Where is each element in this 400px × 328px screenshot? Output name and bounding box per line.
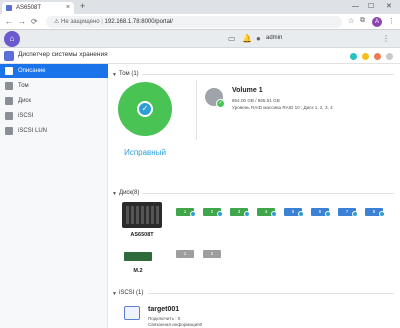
check-icon bbox=[325, 211, 331, 217]
tab-close-icon[interactable]: × bbox=[66, 2, 70, 14]
close-dot-icon[interactable] bbox=[374, 53, 381, 60]
check-icon: ✓ bbox=[137, 101, 153, 117]
forward-icon[interactable]: → bbox=[18, 16, 26, 28]
storage-manager-icon bbox=[4, 51, 14, 61]
address-bar: ← → ⟳ ⚠ Не защищено | 192.168.1.78:8000/… bbox=[0, 14, 400, 30]
volume-name[interactable]: Volume 1 bbox=[232, 87, 263, 94]
extensions-icon[interactable]: ⧉ bbox=[360, 17, 365, 25]
check-icon bbox=[271, 211, 277, 217]
disk-icon bbox=[5, 97, 13, 105]
volume-raid-info: Уровень RAID массива RAID 10 ; Диск 1, 2… bbox=[232, 105, 333, 110]
check-icon bbox=[379, 211, 385, 217]
iscsi-target-name[interactable]: target001 bbox=[148, 306, 179, 313]
volume-ok-icon: ✓ bbox=[216, 99, 225, 108]
notification-icon[interactable]: 🔔 bbox=[242, 34, 252, 43]
app-title: Диспетчер системы хранения bbox=[18, 51, 108, 58]
warning-icon: ⚠ bbox=[54, 19, 62, 25]
divider bbox=[196, 80, 197, 140]
iscsi-target-icon bbox=[124, 306, 140, 320]
star-icon[interactable]: ☆ bbox=[348, 17, 354, 25]
sidebar-item-label: Том bbox=[18, 83, 29, 89]
m2-slot-2[interactable]: 2 bbox=[203, 250, 221, 258]
nas-home-icon[interactable]: ⌂ bbox=[4, 31, 20, 47]
sidebar-item-overview[interactable]: Описание bbox=[0, 64, 108, 78]
check-icon bbox=[244, 211, 250, 217]
divider bbox=[148, 293, 394, 294]
sidebar-item-label: Диск bbox=[18, 98, 32, 104]
menu-icon[interactable]: ⋮ bbox=[388, 17, 395, 25]
iscsi-status: Связанная информация0 bbox=[148, 322, 203, 327]
health-status: Исправный bbox=[124, 148, 166, 157]
browser-tab[interactable]: AS6508T × bbox=[2, 2, 74, 14]
check-icon bbox=[352, 211, 358, 217]
iscsi-icon bbox=[5, 112, 13, 120]
minimize-dot-icon[interactable] bbox=[362, 53, 369, 60]
url-text: 192.168.1.78:8000/portal/ bbox=[104, 19, 173, 25]
iscsi-connected: Подключить : 0 bbox=[148, 316, 181, 321]
m2-slot-1[interactable]: 1 bbox=[176, 250, 194, 258]
collapse-volume-icon[interactable]: ▼ bbox=[112, 72, 117, 78]
volume-disk-icon: ✓ bbox=[205, 88, 225, 108]
divider bbox=[142, 193, 394, 194]
not-secure-label: Не защищено bbox=[61, 19, 100, 25]
topbar-menu-icon[interactable]: ⋮ bbox=[382, 34, 390, 43]
close-window-icon[interactable]: ✕ bbox=[386, 0, 392, 13]
health-status-icon: ✓ bbox=[118, 82, 172, 136]
monitor-icon[interactable]: ▭ bbox=[228, 34, 236, 43]
volume-icon bbox=[5, 82, 13, 90]
username[interactable]: admin bbox=[266, 35, 282, 41]
profile-avatar[interactable]: A bbox=[372, 17, 382, 27]
nas-topbar: ⌂ ▭ 🔔 ● admin ⋮ bbox=[0, 30, 400, 48]
maximize-dot-icon[interactable] bbox=[386, 53, 393, 60]
sidebar-item-iscsi-lun[interactable]: iSCSI LUN bbox=[0, 124, 108, 138]
maximize-icon[interactable]: ☐ bbox=[368, 0, 374, 13]
m2-device-icon bbox=[124, 252, 152, 261]
sidebar-item-iscsi[interactable]: iSCSI bbox=[0, 109, 108, 123]
browser-tabstrip: AS6508T × + — ☐ ✕ bbox=[0, 0, 400, 14]
m2-label: M.2 bbox=[133, 268, 143, 274]
app-titlebar: Диспетчер системы хранения bbox=[0, 48, 400, 64]
user-icon[interactable]: ● bbox=[256, 34, 261, 43]
collapse-disk-icon[interactable]: ▼ bbox=[112, 191, 117, 197]
check-icon bbox=[190, 211, 196, 217]
iscsi-section-title: iSCSI (1) bbox=[119, 290, 144, 296]
new-tab-button[interactable]: + bbox=[80, 1, 85, 11]
minimize-icon[interactable]: — bbox=[352, 0, 359, 13]
sidebar: Описание Том Диск iSCSI iSCSI LUN bbox=[0, 64, 108, 328]
tab-favicon-icon bbox=[6, 5, 12, 11]
check-icon bbox=[217, 211, 223, 217]
reload-icon[interactable]: ⟳ bbox=[31, 16, 38, 28]
sidebar-item-label: iSCSI LUN bbox=[18, 128, 48, 134]
divider bbox=[142, 74, 394, 75]
sidebar-item-disk[interactable]: Диск bbox=[0, 94, 108, 108]
tab-title: AS6508T bbox=[16, 5, 42, 11]
sidebar-item-label: iSCSI bbox=[18, 113, 34, 119]
nas-model-label: AS6508T bbox=[130, 232, 154, 238]
sidebar-item-label: Описание bbox=[18, 68, 46, 74]
volume-size: 854.00 GB / 865.51 GB bbox=[232, 98, 280, 103]
back-icon[interactable]: ← bbox=[5, 16, 13, 28]
check-icon bbox=[298, 211, 304, 217]
overview-icon bbox=[5, 67, 13, 75]
omnibox[interactable]: ⚠ Не защищено | 192.168.1.78:8000/portal… bbox=[46, 16, 342, 28]
nas-device-icon bbox=[122, 202, 162, 228]
collapse-iscsi-icon[interactable]: ▼ bbox=[112, 291, 117, 297]
lun-icon bbox=[5, 127, 13, 135]
help-dot-icon[interactable] bbox=[350, 53, 357, 60]
sidebar-item-volume[interactable]: Том bbox=[0, 79, 108, 93]
disk-section-title: Диск(8) bbox=[119, 190, 140, 196]
volume-section-title: Том (1) bbox=[119, 71, 139, 77]
